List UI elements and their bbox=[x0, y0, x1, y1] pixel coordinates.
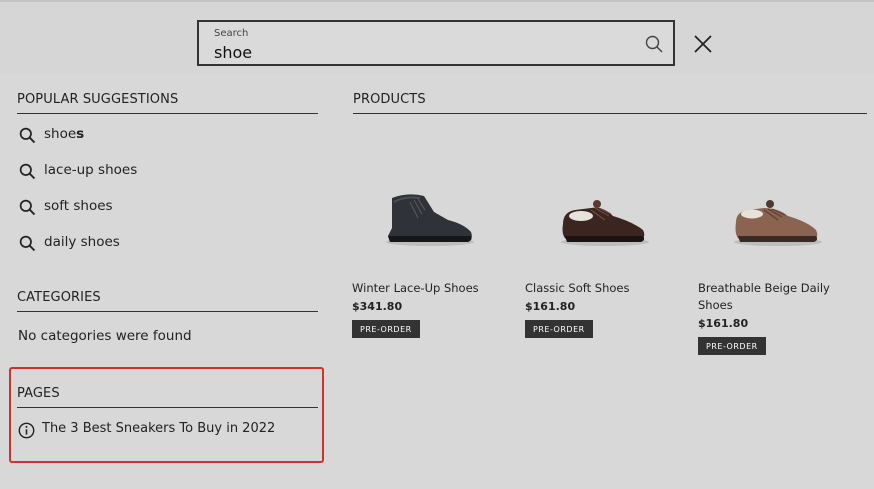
suggestion-match: shoe bbox=[44, 126, 77, 142]
pages-highlight-frame bbox=[9, 367, 324, 463]
close-icon[interactable] bbox=[692, 33, 714, 55]
product-price: $341.80 bbox=[352, 300, 403, 313]
products-divider bbox=[353, 113, 867, 114]
preorder-badge: PRE-ORDER bbox=[525, 320, 593, 338]
page-result-link[interactable]: The 3 Best Sneakers To Buy in 2022 bbox=[17, 420, 307, 442]
categories-divider bbox=[17, 311, 318, 312]
search-label: Search bbox=[214, 28, 249, 39]
pages-divider bbox=[17, 407, 318, 408]
magnifier-icon bbox=[19, 235, 36, 252]
preorder-badge: PRE-ORDER bbox=[698, 337, 766, 355]
suggestion-item[interactable]: soft shoes bbox=[17, 194, 307, 220]
magnifier-icon bbox=[19, 163, 36, 180]
preorder-badge: PRE-ORDER bbox=[352, 320, 420, 338]
product-price: $161.80 bbox=[525, 300, 576, 313]
product-image[interactable] bbox=[352, 150, 502, 280]
suggestion-label: lace-up shoes bbox=[44, 162, 138, 178]
suggestions-divider bbox=[17, 113, 318, 114]
info-icon bbox=[18, 422, 35, 439]
search-input[interactable] bbox=[214, 41, 614, 63]
suggestion-item[interactable]: shoes bbox=[17, 122, 307, 148]
dark-boot-image bbox=[386, 194, 474, 246]
page-result-label: The 3 Best Sneakers To Buy in 2022 bbox=[42, 421, 276, 436]
suggestion-item[interactable]: daily shoes bbox=[17, 230, 307, 256]
suggestion-item[interactable]: lace-up shoes bbox=[17, 158, 307, 184]
products-title: PRODUCTS bbox=[353, 92, 426, 107]
product-price: $161.80 bbox=[698, 317, 749, 330]
suggestions-title: POPULAR SUGGESTIONS bbox=[17, 92, 179, 107]
suggestion-label: daily shoes bbox=[44, 234, 120, 250]
product-card[interactable]: Classic Soft Shoes $161.80 PRE-ORDER bbox=[525, 150, 685, 338]
search-box[interactable]: Search bbox=[197, 20, 675, 66]
search-icon[interactable] bbox=[645, 35, 663, 53]
product-card[interactable]: Winter Lace-Up Shoes $341.80 PRE-ORDER bbox=[352, 150, 512, 338]
magnifier-icon bbox=[19, 127, 36, 144]
product-image[interactable] bbox=[698, 150, 848, 280]
categories-empty-message: No categories were found bbox=[18, 328, 192, 344]
product-card[interactable]: Breathable Beige Daily Shoes $161.80 PRE… bbox=[698, 150, 858, 355]
tan-derby-image bbox=[734, 200, 822, 246]
brown-oxford-image bbox=[561, 200, 649, 246]
product-name[interactable]: Winter Lace-Up Shoes bbox=[352, 280, 512, 297]
product-image[interactable] bbox=[525, 150, 675, 280]
suggestion-label: soft shoes bbox=[44, 198, 113, 214]
suggestion-completion: s bbox=[76, 126, 85, 142]
magnifier-icon bbox=[19, 199, 36, 216]
pages-title: PAGES bbox=[17, 386, 60, 401]
product-name[interactable]: Breathable Beige Daily Shoes bbox=[698, 280, 838, 314]
product-name[interactable]: Classic Soft Shoes bbox=[525, 280, 685, 297]
categories-title: CATEGORIES bbox=[17, 290, 101, 305]
